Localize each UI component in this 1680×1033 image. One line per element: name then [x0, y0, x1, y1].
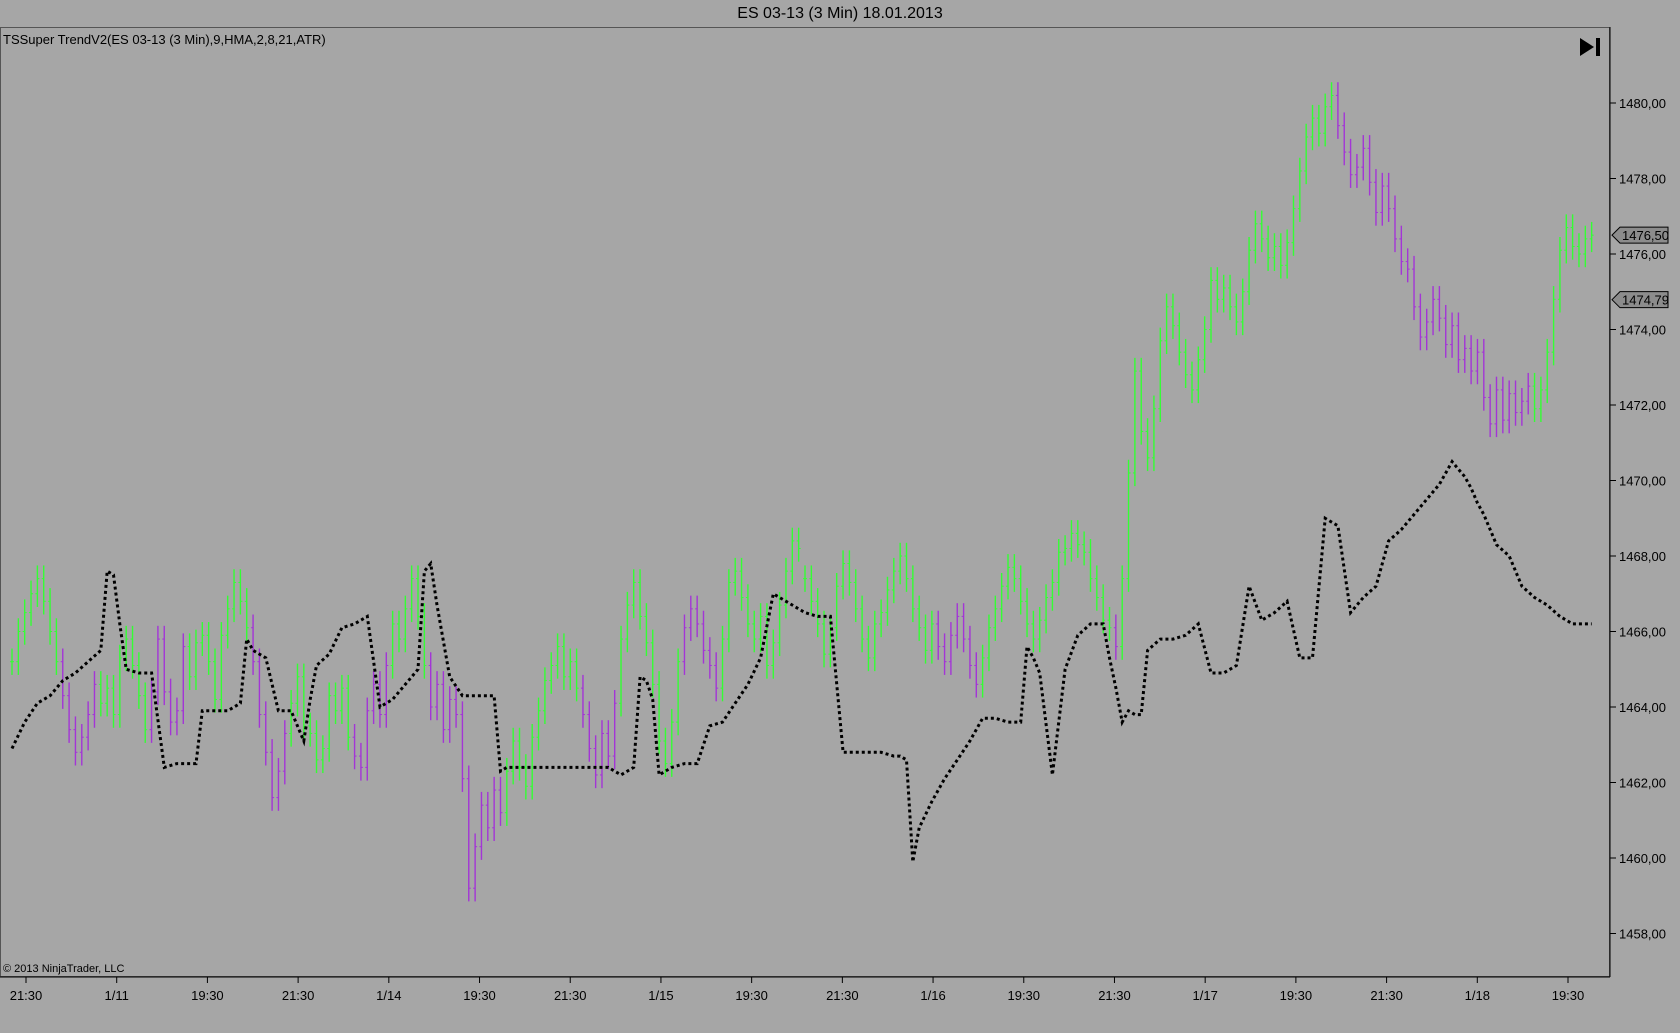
x-tick-label: 21:30 — [1098, 988, 1131, 1003]
price-chart[interactable]: 1480,00 1478,00 1476,00 1474,00 1472,00 1470,… — [0, 0, 1680, 1033]
price-marker-label: 1476,50 — [1622, 228, 1669, 243]
x-tick-label: 19:30 — [1007, 988, 1040, 1003]
price-marker-label: 1474,79 — [1622, 293, 1669, 308]
y-tick-label: 1474,00 — [1619, 323, 1666, 338]
y-tick-label: 1468,00 — [1619, 549, 1666, 564]
y-tick-label: 1478,00 — [1619, 172, 1666, 187]
x-tick-label: 19:30 — [191, 988, 224, 1003]
x-tick-label: 1/14 — [376, 988, 401, 1003]
x-tick-label: 1/17 — [1193, 988, 1218, 1003]
indicator-label: TSSuper TrendV2(ES 03-13 (3 Min),9,HMA,2… — [3, 32, 326, 47]
x-tick-label: 1/16 — [920, 988, 945, 1003]
x-tick-label: 19:30 — [1552, 988, 1585, 1003]
y-tick-label: 1472,00 — [1619, 398, 1666, 413]
y-tick-label: 1458,00 — [1619, 927, 1666, 942]
x-tick-label: 1/18 — [1465, 988, 1490, 1003]
y-tick-label: 1460,00 — [1619, 851, 1666, 866]
y-tick-label: 1464,00 — [1619, 700, 1666, 715]
y-tick-label: 1470,00 — [1619, 474, 1666, 489]
skip-to-end-icon[interactable] — [1577, 36, 1603, 58]
x-tick-label: 19:30 — [463, 988, 496, 1003]
x-tick-label: 19:30 — [1280, 988, 1313, 1003]
x-tick-label: 21:30 — [282, 988, 315, 1003]
x-tick-label: 1/15 — [648, 988, 673, 1003]
x-tick-label: 1/11 — [105, 988, 129, 1003]
x-tick-label: 21:30 — [554, 988, 587, 1003]
y-tick-label: 1476,00 — [1619, 247, 1666, 262]
y-tick-label: 1480,00 — [1619, 96, 1666, 111]
x-tick-label: 21:30 — [826, 988, 859, 1003]
x-tick-label: 19:30 — [735, 988, 768, 1003]
x-tick-label: 21:30 — [10, 988, 43, 1003]
y-tick-label: 1466,00 — [1619, 625, 1666, 640]
x-tick-label: 21:30 — [1370, 988, 1403, 1003]
super-trend-line — [10, 458, 1592, 863]
copyright-text: © 2013 NinjaTrader, LLC — [3, 963, 125, 975]
y-tick-label: 1462,00 — [1619, 776, 1666, 791]
